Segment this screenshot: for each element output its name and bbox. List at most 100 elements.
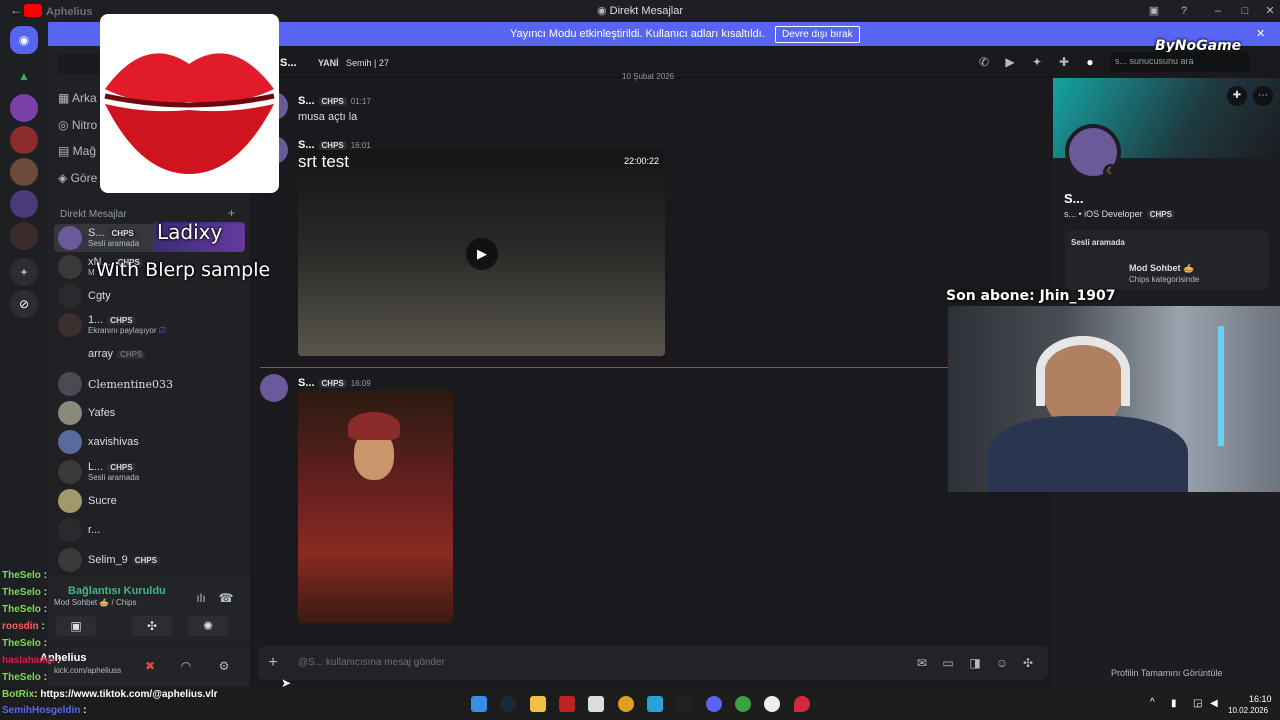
tray-up-icon[interactable]: ^: [1150, 697, 1155, 708]
chat-line: haslahamn :: [2, 655, 61, 666]
voice-card[interactable]: Sesli aramada Mod Sohbet 🥧 Chips kategor…: [1065, 230, 1269, 290]
app-icon[interactable]: [794, 696, 810, 712]
disable-button[interactable]: Devre dışı bırak: [775, 26, 860, 43]
chat-line: TheSelo :: [2, 672, 48, 683]
add-attachment-icon[interactable]: +: [265, 655, 281, 671]
image-attachment[interactable]: [298, 390, 453, 623]
app-icon[interactable]: [676, 696, 692, 712]
discover-icon[interactable]: ⊘: [10, 290, 38, 318]
minimize-button[interactable]: –: [1210, 3, 1226, 19]
message-list: 10 Şubat 2026 S... CHPS 01:17 musa açtı la…: [250, 72, 1053, 687]
chat-user: roosdin: [2, 621, 39, 632]
new-dm-icon[interactable]: +: [228, 206, 235, 220]
banner-close-icon[interactable]: ✕: [1256, 27, 1265, 40]
app-icon[interactable]: [647, 696, 663, 712]
discord-taskbar-icon[interactable]: [706, 696, 722, 712]
inbox-icon[interactable]: ▣: [1146, 3, 1162, 19]
app-icon[interactable]: [764, 696, 780, 712]
start-icon[interactable]: [471, 696, 487, 712]
search-input[interactable]: s... sunucusunu ara: [1110, 52, 1250, 72]
app-icon[interactable]: [559, 696, 575, 712]
add-friends-icon[interactable]: ✚: [1056, 54, 1072, 70]
time-display[interactable]: 16:10: [1249, 694, 1272, 704]
message: S... CHPS 01:17 musa açtı la: [298, 95, 371, 123]
emoji-icon[interactable]: ☺: [994, 655, 1010, 671]
dm-item[interactable]: 1... CHPS Ekranını paylaşıyor ☑: [54, 311, 244, 339]
apps-icon[interactable]: ✣: [1020, 655, 1036, 671]
streamer-sweater: [988, 416, 1188, 492]
pin-icon[interactable]: ✦: [1029, 54, 1045, 70]
add-server-icon[interactable]: +: [10, 258, 38, 286]
ladixy-overlay: Ladixy: [153, 220, 245, 252]
chat-user: TheSelo: [2, 587, 41, 598]
close-button[interactable]: ✕: [1262, 3, 1278, 19]
dm-item[interactable]: Sucre: [54, 487, 244, 515]
activity-button[interactable]: ✺: [188, 616, 228, 636]
settings-icon[interactable]: ⚙: [216, 658, 232, 674]
add-friend-icon[interactable]: ✚: [1227, 86, 1247, 106]
dm-item[interactable]: r...: [54, 516, 244, 544]
stream-chat-overlay: TheSelo : TheSelo : TheSelo : roosdin : …: [0, 570, 160, 685]
chrome-icon[interactable]: [618, 696, 634, 712]
recipient-tag: YANİ: [318, 58, 339, 68]
nav-shop[interactable]: ▤ Mağ: [58, 144, 96, 158]
app-icon[interactable]: [588, 696, 604, 712]
deafen-icon[interactable]: ◠: [178, 658, 194, 674]
date-display[interactable]: 10.02.2026: [1228, 706, 1268, 715]
server-icon[interactable]: [10, 190, 38, 218]
chrome-icon[interactable]: [735, 696, 751, 712]
nav-friends[interactable]: ▦ Arka: [58, 91, 97, 105]
wifi-icon[interactable]: ◲: [1193, 698, 1202, 709]
maximize-button[interactable]: □: [1237, 3, 1253, 19]
help-icon[interactable]: ?: [1176, 3, 1192, 19]
dm-item[interactable]: Yafes: [54, 399, 244, 427]
dm-item[interactable]: array CHPS: [54, 340, 244, 368]
lips-overlay-image: [100, 14, 279, 193]
dm-item[interactable]: L... CHPS Sesli aramada: [54, 458, 244, 486]
gift-icon[interactable]: ✉: [914, 655, 930, 671]
bot-line: BotRix: https://www.tiktok.com/@aphelius…: [2, 689, 218, 700]
explorer-icon[interactable]: [530, 696, 546, 712]
avatar: [58, 518, 82, 542]
profile-name: S...: [1064, 191, 1084, 206]
server-icon[interactable]: ▲: [10, 62, 38, 90]
server-icon[interactable]: [10, 158, 38, 186]
mic-icon[interactable]: ▮: [1171, 698, 1177, 709]
nav-quests[interactable]: ◈ Göre: [58, 171, 97, 185]
server-icon[interactable]: [10, 126, 38, 154]
server-icon[interactable]: [10, 94, 38, 122]
noise-suppression-icon[interactable]: ılı: [193, 590, 209, 606]
user-profile-icon[interactable]: ●: [1082, 54, 1098, 70]
message-composer[interactable]: + @S... kullanıcısına mesaj gönder ✉ ▭ ◨…: [258, 646, 1048, 680]
dm-item[interactable]: xavishivas: [54, 428, 244, 456]
more-icon[interactable]: ⋯: [1253, 86, 1273, 106]
sub-alert: Son abone: Jhin_1907: [946, 288, 1116, 304]
steam-icon[interactable]: [500, 696, 516, 712]
video-attachment[interactable]: srt test 22:00:22 ▶: [298, 150, 665, 356]
view-full-profile-link[interactable]: Profilin Tamamını Görüntüle: [1111, 668, 1222, 678]
home-button[interactable]: ◉: [10, 26, 38, 54]
discord-title-icon: ◉: [596, 5, 610, 17]
avatar: [58, 342, 82, 366]
webcam-feed: [948, 306, 1280, 492]
mouse-cursor-icon: ➤: [281, 676, 292, 690]
dm-item[interactable]: Cgty: [54, 282, 244, 310]
server-icon[interactable]: [10, 222, 38, 250]
dm-item[interactable]: Clementine033: [54, 370, 244, 398]
message-avatar[interactable]: [260, 374, 288, 402]
disconnect-icon[interactable]: ☎: [218, 590, 234, 606]
video-call-icon[interactable]: ▶: [1002, 54, 1018, 70]
call-icon[interactable]: ✆: [976, 54, 992, 70]
nav-nitro[interactable]: ◎ Nitro: [58, 118, 97, 132]
sticker-icon[interactable]: ◨: [967, 655, 983, 671]
headphones: [1036, 336, 1130, 406]
profile-sub: s... • iOS Developer CHPS: [1064, 209, 1175, 219]
avatar: [58, 284, 82, 308]
avatar: [58, 401, 82, 425]
video-timestamp: 22:00:22: [623, 156, 659, 166]
volume-icon[interactable]: ◀: [1210, 698, 1218, 709]
gif-icon[interactable]: ▭: [940, 655, 956, 671]
message-input[interactable]: @S... kullanıcısına mesaj gönder: [298, 657, 445, 668]
play-button[interactable]: ▶: [466, 238, 498, 270]
avatar: [58, 460, 82, 484]
